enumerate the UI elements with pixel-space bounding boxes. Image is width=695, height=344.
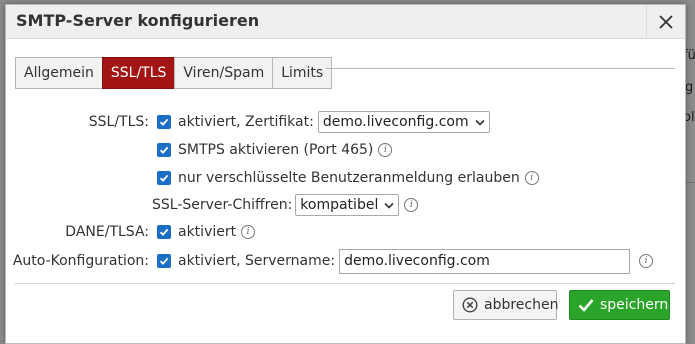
smtps-row: SMTPS aktivieren (Port 465) i: [157, 138, 393, 162]
footer-divider: [15, 283, 675, 284]
ciphers-value: kompatibel: [300, 197, 379, 213]
smtps-text: SMTPS aktivieren (Port 465): [178, 142, 374, 158]
chevron-down-icon: [475, 114, 485, 130]
cancel-label: abbrechen: [484, 297, 559, 313]
smtps-checkbox[interactable]: [157, 143, 171, 157]
info-icon[interactable]: i: [639, 254, 654, 268]
checkmark-icon: [159, 257, 169, 265]
info-icon[interactable]: i: [404, 198, 419, 212]
info-icon[interactable]: i: [378, 143, 393, 157]
dialog-header: SMTP-Server konfigurieren: [6, 5, 685, 39]
checkmark-icon: [159, 146, 169, 154]
encrypted-auth-checkbox[interactable]: [157, 171, 171, 185]
autoconfig-text: aktiviert, Servername:: [178, 253, 336, 269]
info-icon[interactable]: i: [524, 171, 539, 185]
dane-label: DANE/TLSA:: [65, 224, 149, 240]
ssl-tls-text: aktiviert, Zertifikat:: [178, 114, 314, 130]
checkmark-icon: [159, 118, 169, 126]
dane-row: aktiviert i: [157, 220, 256, 244]
close-icon: [659, 14, 673, 29]
ssl-tls-checkbox[interactable]: [157, 115, 171, 129]
tab-ssl-tls[interactable]: SSL/TLS: [101, 57, 175, 89]
encrypted-auth-text: nur verschlüsselte Benutzeranmeldung erl…: [178, 170, 520, 186]
dane-text: aktiviert: [178, 224, 237, 240]
checkmark-icon: [159, 174, 169, 182]
dane-checkbox[interactable]: [157, 225, 171, 239]
autoconfig-row: aktiviert, Servername: demo.liveconfig.c…: [157, 248, 654, 274]
ciphers-label: SSL-Server-Chiffren:: [152, 197, 293, 213]
tab-viren-spam[interactable]: Viren/Spam: [174, 57, 273, 89]
servername-input[interactable]: demo.liveconfig.com: [339, 248, 631, 274]
ciphers-select[interactable]: kompatibel: [295, 194, 400, 216]
ssl-tls-label: SSL/TLS:: [88, 114, 149, 130]
info-icon[interactable]: i: [241, 225, 256, 239]
encrypted-auth-row: nur verschlüsselte Benutzeranmeldung erl…: [157, 166, 539, 190]
ssl-tls-row: aktiviert, Zertifikat: demo.liveconfig.c…: [157, 110, 490, 134]
certificate-value: demo.liveconfig.com: [322, 114, 469, 130]
close-button[interactable]: [646, 5, 685, 38]
autoconfig-label: Auto-Konfiguration:: [12, 253, 149, 269]
save-label: speichern: [600, 297, 669, 313]
save-button[interactable]: speichern: [569, 290, 670, 320]
tab-limits[interactable]: Limits: [272, 57, 333, 89]
check-icon: [578, 298, 594, 312]
checkmark-icon: [159, 228, 169, 236]
dialog-title: SMTP-Server konfigurieren: [16, 11, 260, 30]
autoconfig-checkbox[interactable]: [157, 254, 171, 268]
tab-bar: Allgemein SSL/TLS Viren/Spam Limits: [15, 57, 333, 89]
smtp-config-dialog: SMTP-Server konfigurieren Allgemein SSL/…: [5, 4, 686, 344]
certificate-select[interactable]: demo.liveconfig.com: [317, 111, 490, 133]
cancel-icon: [462, 297, 478, 313]
chevron-down-icon: [384, 197, 394, 213]
ciphers-row: SSL-Server-Chiffren: kompatibel i: [152, 193, 419, 217]
tab-allgemein[interactable]: Allgemein: [15, 57, 102, 89]
tab-divider: [326, 68, 675, 69]
cancel-button[interactable]: abbrechen: [453, 290, 559, 320]
